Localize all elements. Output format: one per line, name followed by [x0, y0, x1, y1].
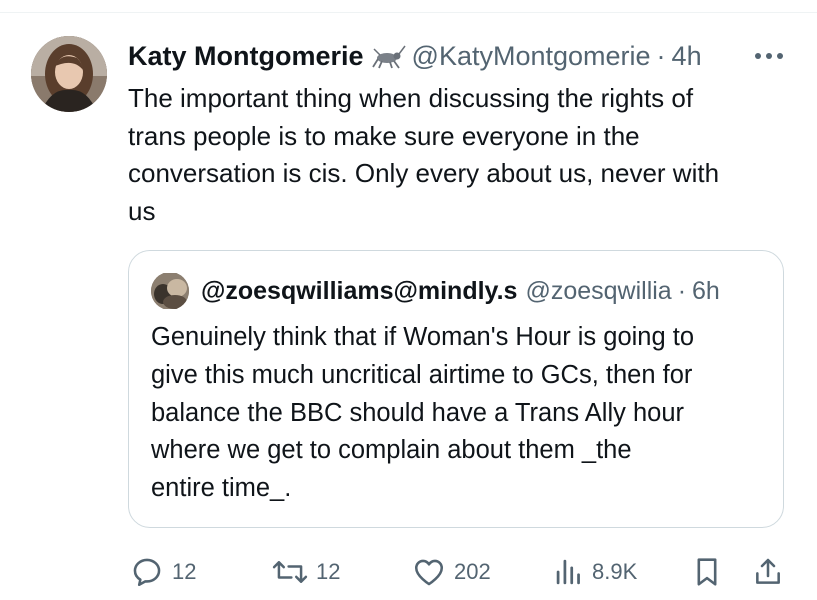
quote-separator-dot: ·	[677, 276, 687, 305]
views-count: 8.9K	[592, 559, 638, 584]
reply-button[interactable]: 12	[130, 552, 196, 592]
separator-dot: ·	[656, 40, 666, 71]
heart-icon	[414, 559, 444, 586]
retweet-icon	[272, 561, 308, 583]
more-dots-icon[interactable]	[752, 44, 786, 68]
cricket-icon	[371, 43, 406, 69]
timestamp[interactable]: 4h	[672, 41, 702, 72]
views-icon	[556, 559, 580, 585]
reply-icon	[133, 558, 161, 587]
quote-display-name[interactable]: @zoesqwilliams@mindly.s	[201, 277, 517, 306]
bookmark-icon	[697, 558, 717, 586]
display-name[interactable]: Katy Montgomerie	[128, 41, 364, 72]
views-button[interactable]: 8.9K	[554, 552, 637, 592]
share-button[interactable]	[752, 552, 784, 592]
avatar[interactable]	[31, 36, 107, 112]
quote-text: Genuinely think that if Woman's Hour is …	[151, 323, 695, 503]
tweet-header: Katy Montgomerie @KatyMontgomerie · 4h	[128, 38, 702, 74]
action-bar: 12 12 202 8.9K	[0, 552, 817, 592]
quote-header: @zoesqwilliams@mindly.s @zoesqwillia · 6…	[151, 273, 765, 309]
retweet-count: 12	[316, 559, 341, 584]
bookmark-button[interactable]	[692, 552, 722, 592]
quote-tweet-card[interactable]: @zoesqwilliams@mindly.s @zoesqwillia · 6…	[128, 250, 784, 528]
retweet-button[interactable]: 12	[272, 552, 340, 592]
like-count: 202	[454, 559, 491, 584]
quote-avatar	[151, 273, 189, 309]
handle[interactable]: @KatyMontgomerie	[412, 41, 651, 72]
tweet-text: The important thing when discussing the …	[128, 83, 720, 226]
reply-count: 12	[172, 559, 197, 584]
like-button[interactable]: 202	[412, 552, 491, 592]
share-icon	[756, 558, 780, 584]
top-divider	[0, 12, 817, 13]
quote-timestamp[interactable]: 6h	[692, 277, 720, 306]
quote-handle[interactable]: @zoesqwillia	[525, 277, 671, 306]
